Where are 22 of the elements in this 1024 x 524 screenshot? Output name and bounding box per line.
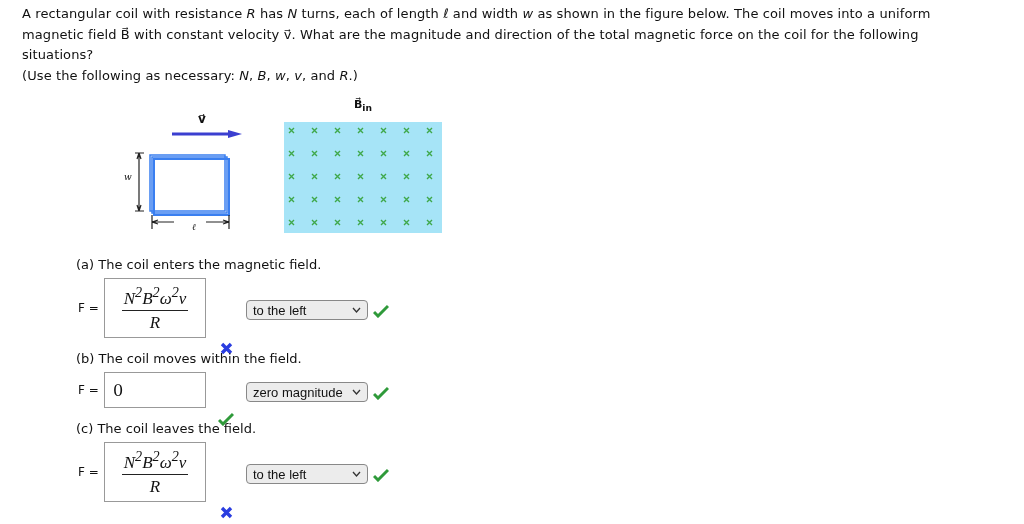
velocity-arrow-icon [172, 130, 242, 138]
hint-text: (Use the following as necessary: N, B, w, v, and R.) [22, 66, 359, 85]
chevron-icon [352, 307, 361, 313]
field-label: B⃗$_{in}$ [353, 98, 373, 116]
answer-field[interactable]: N$^{2}$B$^{2}$ω$^{2}$v R [104, 442, 206, 502]
length-label: ℓ [192, 222, 196, 232]
answer-field[interactable]: 0 [104, 372, 206, 408]
width-label: w [124, 172, 132, 182]
force-label: F = [78, 465, 100, 479]
chevron-icon [352, 389, 361, 395]
part-label: (b) The coil moves within the field. [76, 350, 303, 368]
question-text: A rectangular coil with resistance R has N turns, each of length ℓ and width w as shown in the figure below. The coil moves into a uniform magnetic field B⃗ with constant velocity v⃗. What are the magnitude and direction of the total magnetic force on the coil for the following situations? [22, 5, 932, 64]
force-label: F = [78, 383, 100, 397]
force-label: F = [78, 301, 100, 315]
part-label: (c) The coil leaves the field. [76, 420, 257, 438]
direction-dropdown[interactable]: to the left [246, 300, 368, 320]
part-label: (a) The coil enters the magnetic field. [76, 256, 323, 274]
answer-field[interactable]: N$^{2}$B$^{2}$ω$^{2}$v R [104, 278, 206, 338]
direction-dropdown[interactable]: zero magnitude [246, 382, 368, 402]
chevron-icon [352, 471, 361, 477]
direction-dropdown[interactable]: to the left [246, 464, 368, 484]
velocity-label: v⃗ [198, 112, 206, 126]
